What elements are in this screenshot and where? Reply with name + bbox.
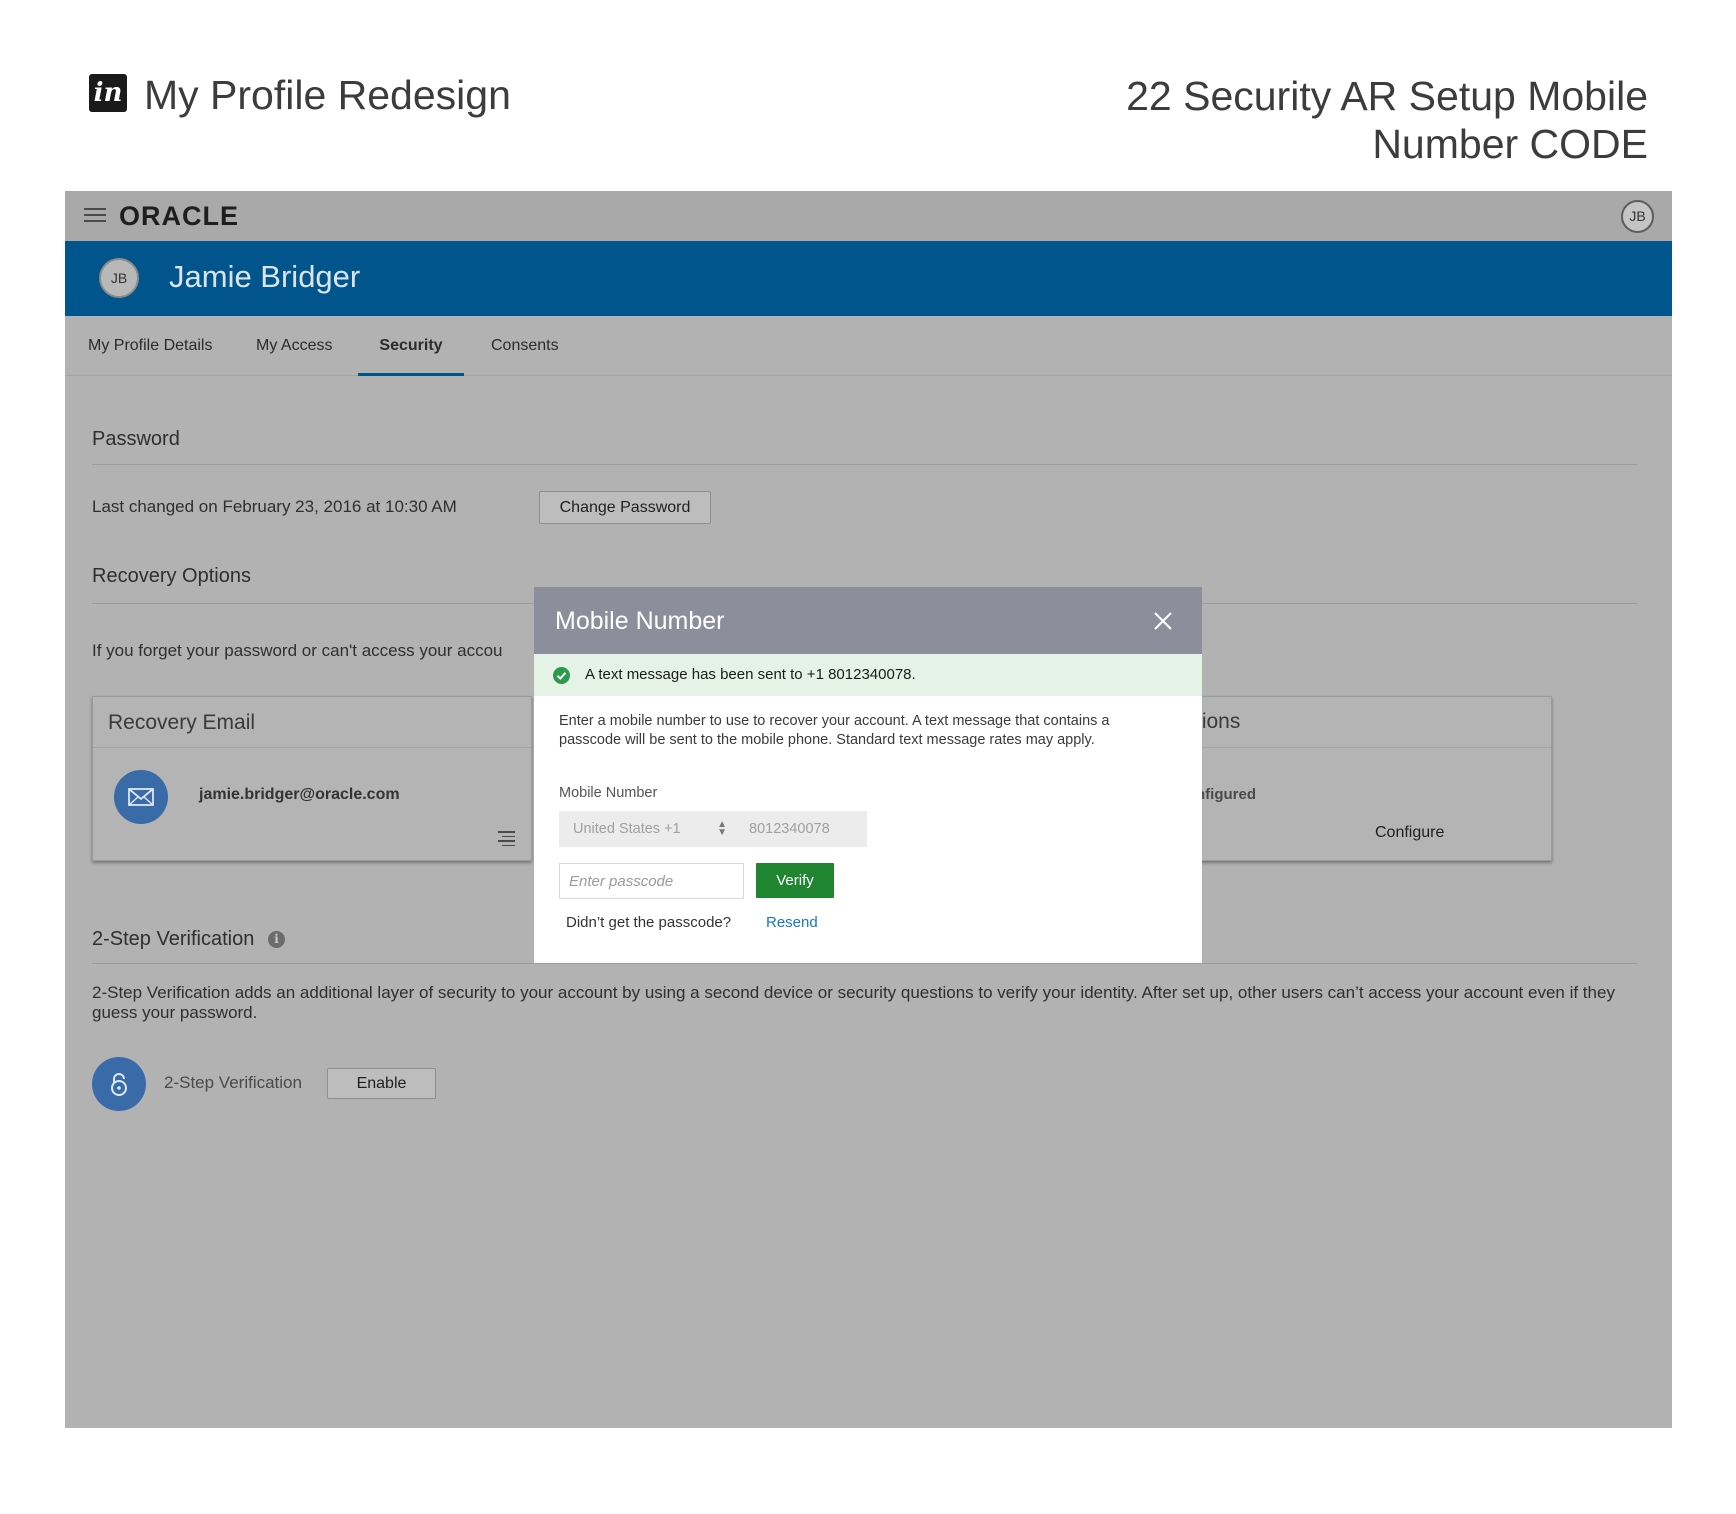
divider: [92, 963, 1637, 964]
divider: [92, 464, 1637, 465]
recovery-email-card: Recovery Email jamie.bridger@oracle.com: [92, 696, 532, 861]
user-avatar-button[interactable]: JB: [1621, 200, 1654, 233]
password-section-title: Password: [92, 428, 180, 450]
oracle-logo[interactable]: ORACLE: [119, 201, 239, 232]
menu-list-icon[interactable]: [498, 831, 515, 846]
user-name: Jamie Bridger: [169, 259, 361, 294]
project-title: My Profile Redesign: [144, 72, 511, 118]
invision-logo-icon: in: [89, 74, 127, 112]
divider: [93, 747, 531, 748]
screen-title-line2: Number CODE: [1372, 121, 1648, 167]
password-last-changed: Last changed on February 23, 2016 at 10:…: [92, 497, 457, 516]
check-circle-icon: [553, 667, 570, 684]
dialog-title: Mobile Number: [555, 607, 725, 635]
recovery-section-title: Recovery Options: [92, 565, 251, 587]
divider: [1196, 747, 1551, 748]
passcode-input[interactable]: [559, 863, 744, 899]
enable-button[interactable]: Enable: [327, 1068, 436, 1099]
recovery-email-address: jamie.bridger@oracle.com: [199, 786, 400, 803]
select-arrows-icon: ▲ ▼: [717, 819, 727, 838]
envelope-icon: [114, 770, 168, 824]
tab-consents[interactable]: Consents: [491, 316, 559, 376]
success-alert: A text message has been sent to +1 80123…: [534, 654, 1202, 696]
recovery-email-title: Recovery Email: [108, 711, 256, 734]
screen-title: 22 Security AR Setup Mobile Number CODE: [948, 72, 1648, 168]
tab-security[interactable]: Security: [358, 316, 464, 376]
close-icon[interactable]: [1154, 612, 1172, 630]
lock-icon: [92, 1057, 146, 1111]
mobile-number-label: Mobile Number: [559, 785, 658, 801]
dialog-header: Mobile Number: [534, 587, 1202, 654]
tab-bar: My Profile Details My Access Security Co…: [65, 316, 1672, 376]
top-bar: ORACLE JB: [65, 191, 1672, 241]
resend-prompt: Didn’t get the passcode?: [566, 914, 732, 931]
hamburger-menu-icon[interactable]: [84, 208, 106, 224]
tab-my-profile-details[interactable]: My Profile Details: [88, 316, 212, 376]
profile-banner: JB Jamie Bridger: [65, 241, 1672, 316]
security-questions-card: tions nfigured Configure: [1195, 696, 1552, 861]
country-code-select[interactable]: United States +1 ▲ ▼: [559, 811, 739, 847]
country-code-value: United States +1: [573, 821, 681, 837]
configure-button[interactable]: Configure: [1375, 824, 1444, 842]
resend-link[interactable]: Resend: [766, 914, 818, 931]
verify-button[interactable]: Verify: [756, 863, 834, 898]
two-step-description: 2-Step Verification adds an additional l…: [92, 983, 1615, 1022]
screen-title-line1: 22 Security AR Setup Mobile: [1126, 73, 1648, 119]
recovery-description: If you forget your password or can't acc…: [92, 641, 503, 660]
dialog-description: Enter a mobile number to use to recover …: [559, 713, 1110, 748]
change-password-button[interactable]: Change Password: [539, 491, 711, 524]
avatar: JB: [99, 258, 139, 298]
security-questions-status: nfigured: [1196, 786, 1256, 803]
two-step-section-title: 2-Step Verification: [92, 928, 255, 950]
mobile-number-dialog: Mobile Number A text message has been se…: [534, 587, 1202, 963]
phone-number-field[interactable]: 8012340078: [739, 811, 867, 847]
security-questions-title: tions: [1196, 710, 1241, 733]
info-icon[interactable]: i: [268, 931, 285, 948]
tab-my-access[interactable]: My Access: [256, 316, 332, 376]
two-step-label: 2-Step Verification: [164, 1073, 302, 1092]
alert-message: A text message has been sent to +1 80123…: [585, 666, 916, 683]
